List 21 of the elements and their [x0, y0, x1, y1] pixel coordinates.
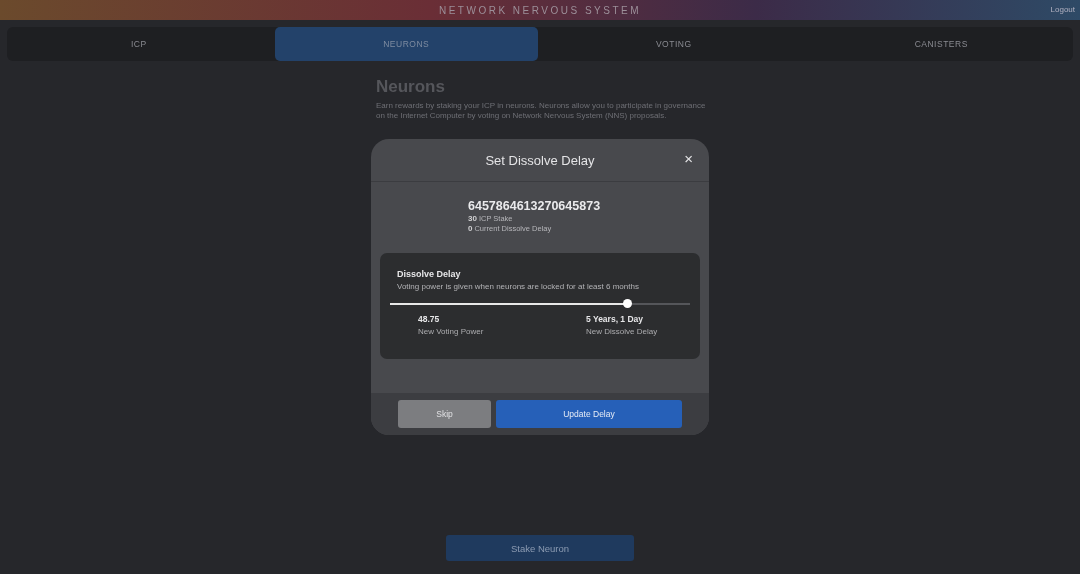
nav-tab[interactable]: NEURONS: [274, 27, 538, 61]
voting-power-label: New Voting Power: [418, 327, 485, 336]
stake-neuron-button[interactable]: Stake Neuron: [446, 535, 634, 561]
neuron-id: 6457864613270645873: [468, 199, 602, 213]
app-title: NETWORK NERVOUS SYSTEM: [438, 4, 642, 16]
update-delay-button[interactable]: Update Delay: [496, 400, 682, 428]
card-hint: Voting power is given when neurons are locked for at least 6 months: [397, 282, 640, 291]
nav-tab[interactable]: ICP: [7, 27, 271, 61]
nav-tab[interactable]: CANISTERS: [809, 27, 1073, 61]
dialog-title: Set Dissolve Delay: [485, 152, 595, 168]
dissolve-delay-label: New Dissolve Delay: [586, 327, 658, 336]
slider-thumb[interactable]: [622, 299, 632, 308]
voting-power-value: 48.75: [418, 314, 441, 324]
current-delay-value: 0: [468, 224, 473, 233]
dissolve-delay-value: 5 Years, 1 Day: [586, 314, 645, 324]
skip-button[interactable]: Skip: [398, 400, 491, 428]
card-title: Dissolve Delay: [397, 269, 462, 279]
nav-tab[interactable]: VOTING: [542, 27, 806, 61]
stake-value: 30: [468, 214, 477, 223]
logout-link[interactable]: Logout: [1050, 5, 1075, 14]
close-button[interactable]: ×: [682, 150, 695, 167]
